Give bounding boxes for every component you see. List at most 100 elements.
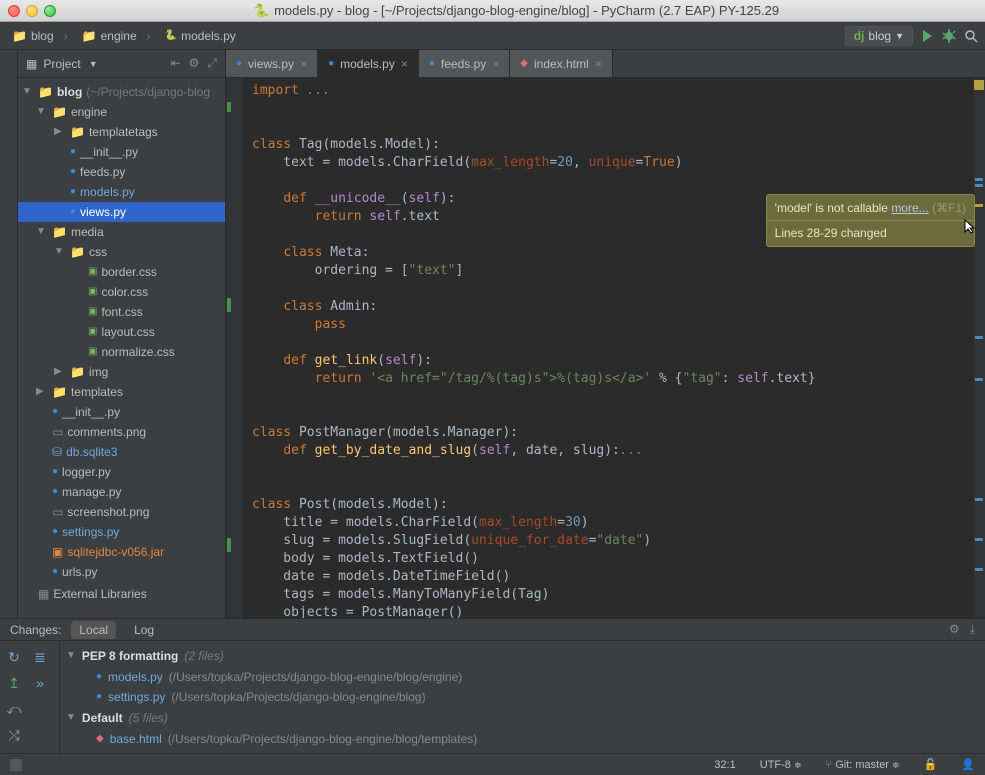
diff-icon[interactable]: ⤮	[4, 725, 24, 745]
caret-position[interactable]: 32:1	[714, 759, 735, 771]
python-icon: 🐍	[254, 3, 270, 19]
python-file-icon: ●	[96, 688, 102, 706]
python-file-icon: ●	[52, 562, 58, 582]
tree-item[interactable]: ●__init__.py	[18, 402, 225, 422]
close-tab-icon[interactable]: ×	[492, 57, 499, 71]
external-libraries[interactable]: ▦ External Libraries	[18, 584, 225, 604]
python-file-icon: ●	[52, 482, 58, 502]
editor-gutter[interactable]	[226, 78, 244, 618]
close-tab-icon[interactable]: ×	[300, 57, 307, 71]
commit-icon[interactable]: ↥	[4, 673, 24, 693]
editor-body[interactable]: import ... class Tag(models.Model): text…	[226, 78, 985, 618]
tree-item[interactable]: ●feeds.py	[18, 162, 225, 182]
tree-item[interactable]: ●settings.py	[18, 522, 225, 542]
close-tab-icon[interactable]: ×	[401, 57, 408, 71]
search-icon[interactable]	[963, 28, 979, 44]
left-tool-strip[interactable]	[0, 50, 18, 618]
tree-item[interactable]: 📁img	[18, 362, 225, 382]
changelist-item[interactable]: ◆base.html (/Users/topka/Projects/django…	[60, 729, 985, 749]
changes-tab-local[interactable]: Local	[71, 621, 116, 639]
editor-tabs: ●views.py×●models.py×●feeds.py×◆index.ht…	[226, 50, 985, 78]
tree-item[interactable]: ▣sqlitejdbc-v056.jar	[18, 542, 225, 562]
django-icon: dj	[854, 29, 865, 43]
gear-icon[interactable]: ⚙	[949, 622, 960, 637]
tree-item[interactable]: ▭comments.png	[18, 422, 225, 442]
collapse-icon[interactable]: ⇤	[171, 56, 181, 71]
changes-tab-log[interactable]: Log	[126, 621, 162, 639]
encoding-selector[interactable]: UTF-8 ≑	[760, 759, 802, 771]
python-file-icon: ●	[70, 142, 76, 162]
project-tree: 📁 blog (~/Projects/django-blog 📁engine📁t…	[18, 78, 225, 618]
tree-item[interactable]: ▣layout.css	[18, 322, 225, 342]
marker-bar[interactable]	[973, 78, 985, 618]
editor: ●views.py×●models.py×●feeds.py×◆index.ht…	[226, 50, 985, 618]
close-window-icon[interactable]	[8, 5, 20, 17]
tree-item[interactable]: ▣normalize.css	[18, 342, 225, 362]
run-icon[interactable]	[919, 28, 935, 44]
python-file-icon: ●	[328, 58, 334, 69]
hide-icon[interactable]: ⤓	[970, 622, 975, 637]
code-area[interactable]: import ... class Tag(models.Model): text…	[244, 78, 973, 618]
html-file-icon: ◆	[96, 730, 104, 748]
python-file-icon: ●	[70, 202, 76, 222]
editor-tab[interactable]: ●views.py×	[226, 50, 318, 77]
editor-tab[interactable]: ●models.py×	[318, 50, 419, 77]
tree-item[interactable]: ●manage.py	[18, 482, 225, 502]
tree-item[interactable]: 📁css	[18, 242, 225, 262]
editor-tab[interactable]: ●feeds.py×	[419, 50, 510, 77]
sidebar-header[interactable]: ▦ Project ▼ ⇤ ⚙ ⤢	[18, 50, 225, 78]
editor-tab[interactable]: ◆index.html×	[510, 50, 612, 77]
breadcrumb-item[interactable]: 📁blog	[6, 27, 74, 45]
close-tab-icon[interactable]: ×	[595, 57, 602, 71]
tree-item[interactable]: ▭screenshot.png	[18, 502, 225, 522]
python-file-icon: ●	[52, 462, 58, 482]
database-file-icon: ⛁	[52, 442, 62, 462]
library-icon: ▦	[38, 584, 49, 604]
breadcrumb-item[interactable]: 📁engine	[76, 27, 157, 45]
changelist-group[interactable]: ▼PEP 8 formatting (2 files)	[60, 645, 985, 667]
status-bar: 32:1 UTF-8 ≑ ⑂ Git: master ≑ 🔓 👤	[0, 753, 985, 775]
tree-item[interactable]: ●urls.py	[18, 562, 225, 582]
maximize-window-icon[interactable]	[44, 5, 56, 17]
hector-icon[interactable]: 👤	[961, 758, 975, 771]
breadcrumb-item[interactable]: 🐍models.py	[159, 27, 252, 45]
tree-item[interactable]: ⛁db.sqlite3	[18, 442, 225, 462]
refresh-icon[interactable]: ↻	[4, 647, 24, 667]
tree-item[interactable]: ●logger.py	[18, 462, 225, 482]
python-file-icon: ●	[70, 182, 76, 202]
revert-icon[interactable]: ⤺	[4, 699, 24, 719]
changelist-icon[interactable]: ≣	[30, 647, 50, 667]
main-toolbar: 📁blog 📁engine 🐍models.py dj blog ▼	[0, 22, 985, 50]
debug-icon[interactable]	[941, 28, 957, 44]
tree-item[interactable]: 📁templates	[18, 382, 225, 402]
vcs-branch[interactable]: ⑂ Git: master ≑	[826, 759, 900, 771]
tree-item[interactable]: 📁templatetags	[18, 122, 225, 142]
tree-root[interactable]: 📁 blog (~/Projects/django-blog	[18, 82, 225, 102]
status-indicator-icon[interactable]	[10, 759, 22, 771]
tree-item[interactable]: 📁engine	[18, 102, 225, 122]
changelist-item[interactable]: ●models.py (/Users/topka/Projects/django…	[60, 667, 985, 687]
tree-item[interactable]: ▣color.css	[18, 282, 225, 302]
tree-item[interactable]: ●views.py	[18, 202, 225, 222]
tree-item[interactable]: ▣font.css	[18, 302, 225, 322]
tree-item[interactable]: 📁media	[18, 222, 225, 242]
run-config-dropdown[interactable]: dj blog ▼	[845, 26, 913, 46]
image-file-icon: ▭	[52, 422, 63, 442]
gear-icon[interactable]: ⚙	[189, 56, 200, 71]
changelist-item[interactable]: ⛁db.sqlite3 (/Users/topka/Projects/djang…	[60, 749, 985, 753]
css-file-icon: ▣	[88, 262, 97, 282]
folder-icon: 📁	[52, 222, 67, 242]
minimize-window-icon[interactable]	[26, 5, 38, 17]
changelist-group[interactable]: ▼Default (5 files)	[60, 707, 985, 729]
tree-item[interactable]: ●__init__.py	[18, 142, 225, 162]
folder-icon: 📁	[82, 29, 97, 43]
chevron-down-icon: ▼	[895, 31, 904, 41]
tree-item[interactable]: ▣border.css	[18, 262, 225, 282]
lock-icon[interactable]: 🔓	[924, 758, 938, 771]
hide-icon[interactable]: ⤢	[207, 56, 217, 71]
tooltip-more-link[interactable]: more...	[891, 201, 928, 215]
tree-item[interactable]: ●models.py	[18, 182, 225, 202]
project-tool-icon: ▦	[26, 57, 37, 71]
expand-icon[interactable]: »	[30, 673, 50, 693]
changelist-item[interactable]: ●settings.py (/Users/topka/Projects/djan…	[60, 687, 985, 707]
